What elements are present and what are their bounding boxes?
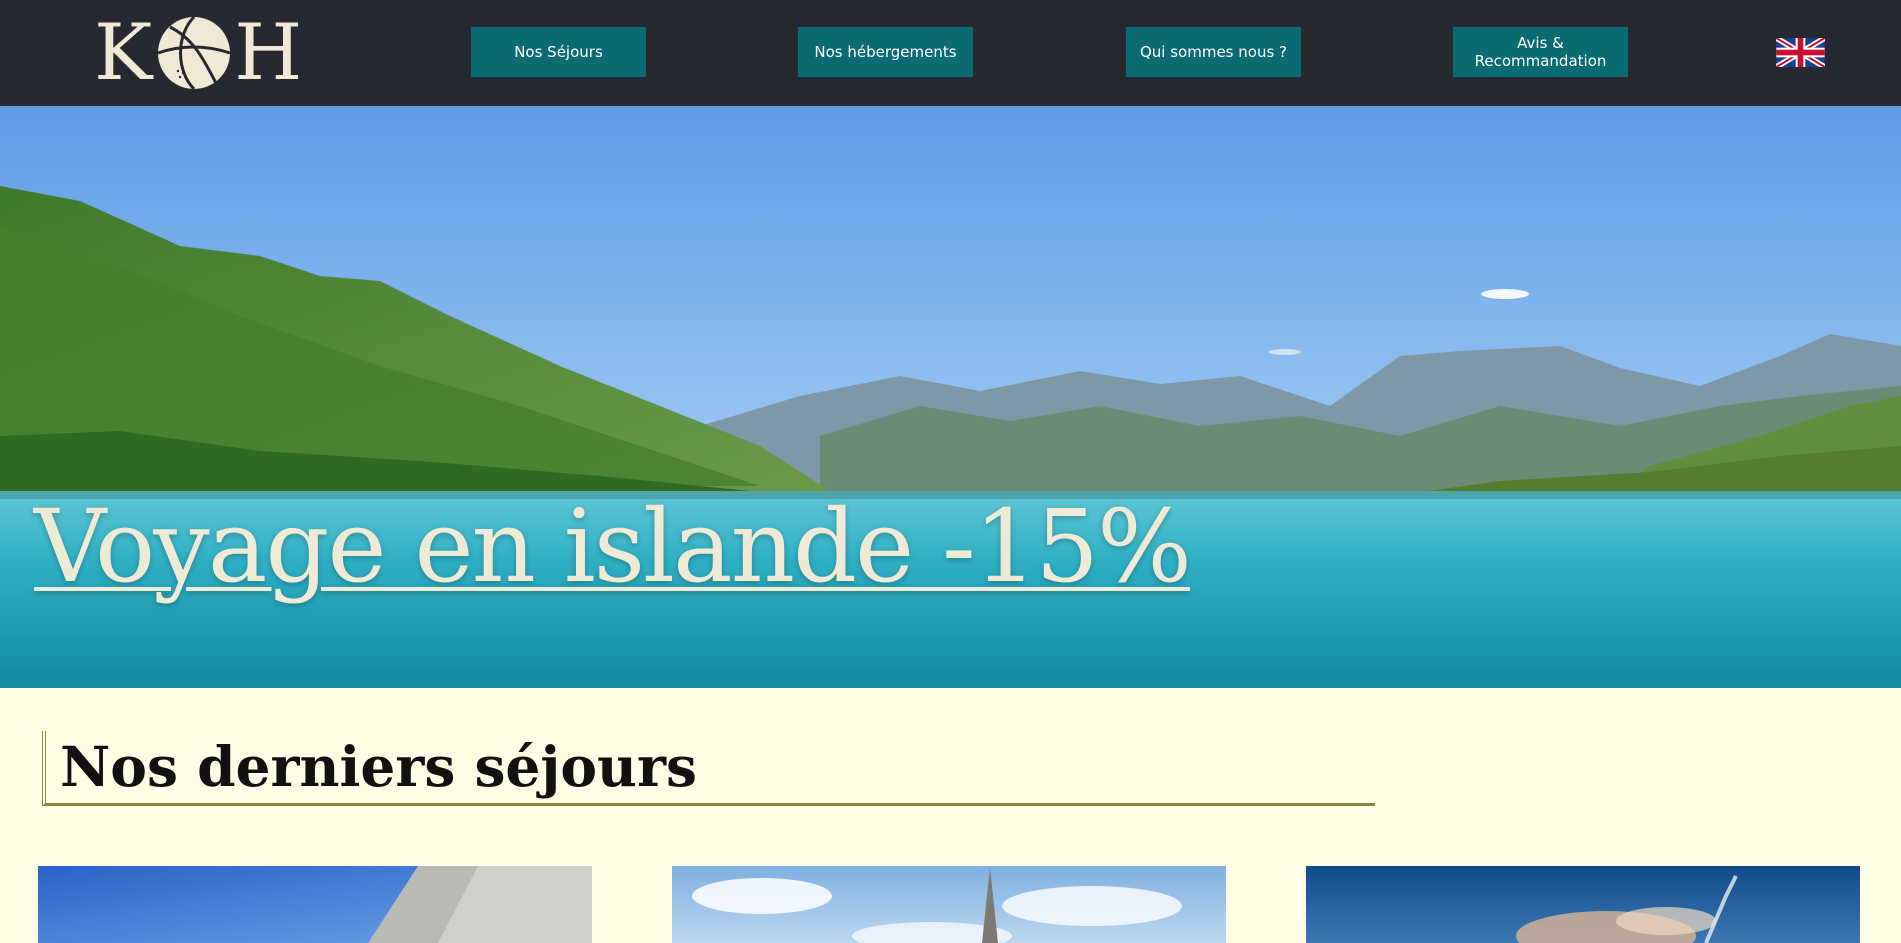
hero-banner[interactable]: Voyage en islande -15% — [0, 106, 1901, 688]
logo-letter-h: H — [234, 8, 303, 98]
section-header: Nos derniers séjours — [42, 731, 1375, 806]
uk-flag-icon[interactable] — [1776, 38, 1825, 67]
stone-pyramid-image — [38, 866, 592, 943]
section-title: Nos derniers séjours — [60, 734, 697, 799]
site-header: K H Nos Séjours Nos hébergements Qui som… — [0, 0, 1901, 106]
sunset-sky-image — [1306, 866, 1860, 943]
trip-card-1[interactable] — [38, 866, 592, 943]
nav-qui-sommes-nous-button[interactable]: Qui sommes nous ? — [1126, 27, 1301, 77]
logo-letter-k: K — [94, 8, 153, 98]
hero-promo-link[interactable]: Voyage en islande -15% — [34, 488, 1192, 606]
nav-avis-recommandation-button[interactable]: Avis & Recommandation — [1453, 27, 1628, 77]
site-logo[interactable]: K H — [94, 14, 302, 92]
basketball-icon — [157, 15, 231, 91]
trip-card-3[interactable] — [1306, 866, 1860, 943]
nav-nos-hebergements-button[interactable]: Nos hébergements — [798, 27, 973, 77]
trip-card-2[interactable] — [672, 866, 1226, 943]
church-spire-image — [672, 866, 1226, 943]
nav-nos-sejours-button[interactable]: Nos Séjours — [471, 27, 646, 77]
